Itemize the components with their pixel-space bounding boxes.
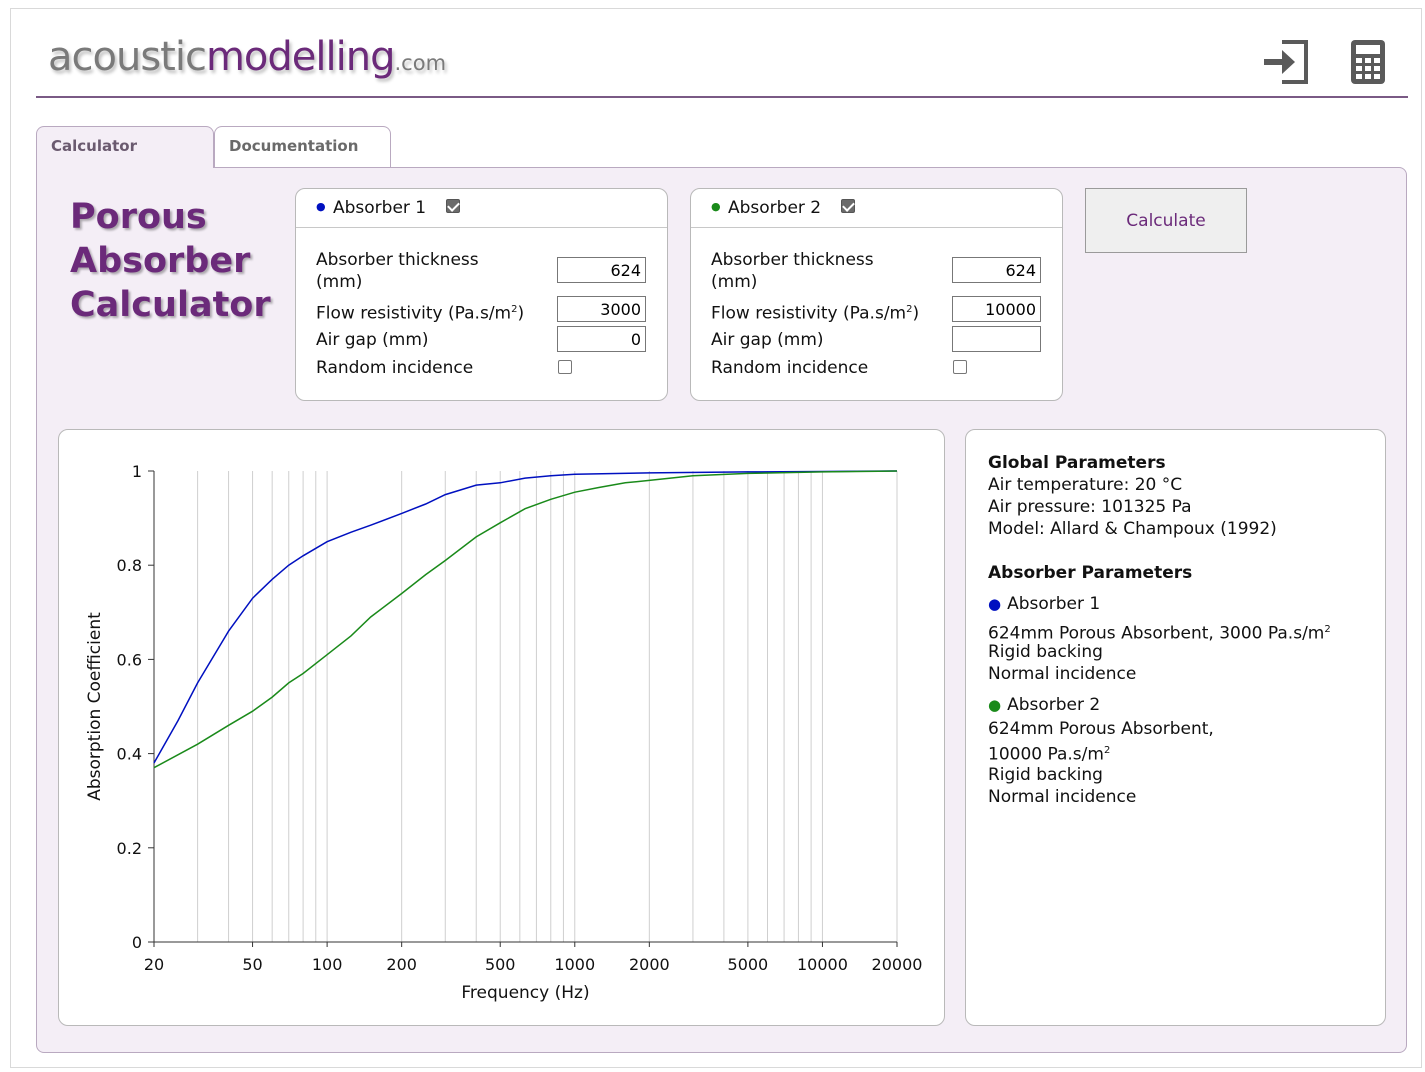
calculator-icon[interactable] [1348,38,1396,86]
y-tick-label: 0.4 [117,745,142,764]
info-absorber-2-backing: Rigid backing [988,765,1103,785]
login-icon[interactable] [1262,38,1310,86]
info-absorber-1-incidence: Normal incidence [988,664,1137,684]
x-axis-label: Frequency (Hz) [461,983,589,1003]
air-temperature-text: Air temperature: 20 °C [988,475,1183,495]
absorber-1-enable-checkbox[interactable] [446,199,460,213]
absorber-1-airgap-label: Air gap (mm) [316,330,429,350]
x-tick-label: 5000 [728,955,769,974]
x-tick-label: 20 [144,955,164,974]
absorber-2-flow-label: Flow resistivity (Pa.s/m2) [711,303,920,324]
y-tick-label: 0.6 [117,650,142,669]
absorber-1-thickness-label: Absorber thickness (mm) [316,250,479,292]
global-parameters-heading: Global Parameters [988,453,1166,473]
y-tick-label: 0 [132,933,142,952]
info-absorber-2-name: ● Absorber 2 [988,695,1101,715]
x-tick-label: 100 [312,955,343,974]
y-axis-label: Absorption Coefficient [85,612,105,801]
x-tick-label: 50 [242,955,262,974]
absorber-parameters-heading: Absorber Parameters [988,563,1193,583]
y-tick-label: 0.8 [117,556,142,575]
logo-text-modelling: modelling [205,34,396,80]
x-tick-label: 20000 [872,955,923,974]
header-divider [36,96,1408,98]
tab-calculator[interactable]: Calculator [36,126,214,168]
info-absorber-1-name: ● Absorber 1 [988,594,1101,614]
absorber-1-name: Absorber 1 [333,198,427,218]
site-logo[interactable]: acousticmodelling.com [48,34,446,80]
info-absorber-2-desc-1: 624mm Porous Absorbent, [988,719,1214,739]
title-line-3: Calculator [70,285,271,325]
model-text: Model: Allard & Champoux (1992) [988,519,1277,539]
absorber-2-random-label: Random incidence [711,358,869,378]
air-pressure-text: Air pressure: 101325 Pa [988,497,1192,517]
absorber-1-header: ● Absorber 1 [296,189,667,228]
absorber-2-name: Absorber 2 [728,198,822,218]
absorber-1-random-checkbox[interactable] [558,360,572,374]
logo-text-com: .com [394,51,447,75]
calculate-button[interactable]: Calculate [1085,188,1247,253]
logo-text-acoustic: acoustic [48,34,207,80]
info-panel: Global Parameters Air temperature: 20 °C… [965,429,1386,1026]
absorber-2-thickness-input[interactable] [952,257,1041,283]
x-tick-label: 2000 [629,955,670,974]
series-line-2 [153,470,898,769]
x-tick-label: 10000 [797,955,848,974]
info-absorber-2-desc-2: 10000 Pa.s/m2 [988,744,1111,765]
absorber-2-thickness-label: Absorber thickness (mm) [711,250,874,292]
x-tick-label: 500 [485,955,516,974]
x-tick-label: 1000 [554,955,595,974]
series-line-1 [153,470,898,764]
info-absorber-2-incidence: Normal incidence [988,787,1137,807]
page-title: Porous Absorber Calculator [70,195,271,327]
absorber-1-random-label: Random incidence [316,358,474,378]
chart-panel: 0 0.2 0.4 0.6 0.8 1 20 50 100 200 500 1000 2000 5000 1… [58,429,945,1026]
absorber-1-airgap-input[interactable] [557,326,646,352]
x-tick-label: 200 [386,955,417,974]
absorber-2-random-checkbox[interactable] [953,360,967,374]
absorber-2-header: ● Absorber 2 [691,189,1062,228]
absorption-chart: 0 0.2 0.4 0.6 0.8 1 20 50 100 200 500 1000 2000 5000 1… [85,462,923,1003]
absorber-1-thickness-input[interactable] [557,257,646,283]
absorber-1-flow-label: Flow resistivity (Pa.s/m2) [316,303,525,324]
info-absorber-1-backing: Rigid backing [988,642,1103,662]
absorber-2-flow-input[interactable] [952,296,1041,322]
y-tick-label: 1 [132,462,142,481]
title-line-1: Porous [70,197,207,237]
tab-documentation[interactable]: Documentation [214,126,391,168]
info-absorber-2-dot-icon: ● [988,696,1002,714]
absorber-2-dot-icon: ● [711,200,721,213]
absorber-1-dot-icon: ● [316,200,326,213]
absorber-2-airgap-input[interactable] [952,326,1041,352]
title-line-2: Absorber [70,241,251,281]
absorber-2-panel: ● Absorber 2 Absorber thickness (mm) Flo… [690,188,1063,401]
absorber-2-airgap-label: Air gap (mm) [711,330,824,350]
absorber-1-flow-input[interactable] [557,296,646,322]
absorber-1-panel: ● Absorber 1 Absorber thickness (mm) Flo… [295,188,668,401]
absorber-2-enable-checkbox[interactable] [841,199,855,213]
info-absorber-1-dot-icon: ● [988,595,1002,613]
y-tick-label: 0.2 [117,839,142,858]
